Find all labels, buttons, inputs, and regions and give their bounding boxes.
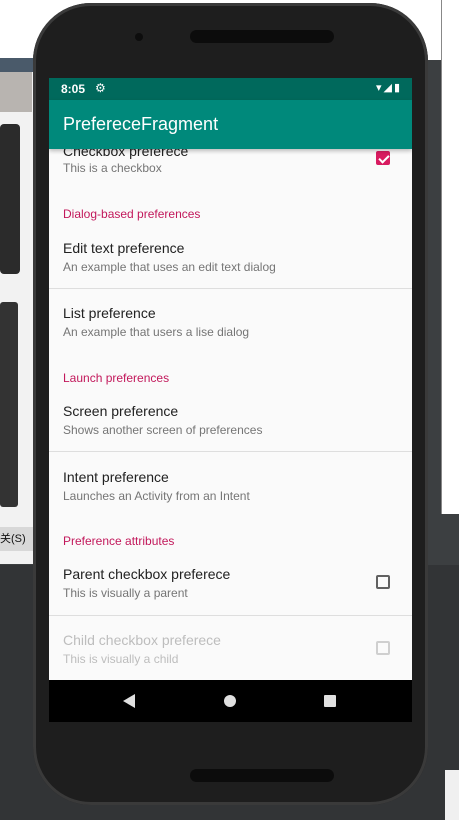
preference-title: Parent checkbox preferece [63, 566, 231, 582]
preference-summary: This is visually a parent [63, 586, 188, 600]
intent-preference[interactable]: Intent preference Launches an Activity f… [49, 460, 412, 516]
gear-icon: ⚙ [95, 81, 106, 95]
parent-checkbox-preference[interactable]: Parent checkbox preferece This is visual… [49, 557, 412, 613]
status-time: 8:05 [61, 82, 86, 96]
checkbox-unchecked-icon[interactable] [376, 575, 390, 589]
status-bar: 8:05 ⚙ ▾◢▮ [49, 78, 412, 100]
background-video-panel [0, 124, 20, 274]
checkbox-disabled-icon [376, 641, 390, 655]
phone-screen: 8:05 ⚙ ▾◢▮ PreferecеFragment Checkbox pr… [49, 78, 412, 722]
category-attributes: Preference attributes [63, 534, 175, 548]
edit-text-preference[interactable]: Edit text preference An example that use… [49, 231, 412, 287]
app-bar: PreferecеFragment [49, 100, 412, 149]
list-preference[interactable]: List preference An example that users a … [49, 296, 412, 352]
recents-icon[interactable] [324, 695, 336, 707]
background-window-right [441, 0, 459, 514]
background-window-corner [445, 770, 459, 820]
home-icon[interactable] [224, 695, 236, 707]
top-speaker [190, 30, 334, 43]
checkbox-checked-icon[interactable] [376, 151, 390, 165]
divider [49, 288, 412, 289]
preference-summary: Launches an Activity from an Intent [63, 489, 250, 503]
preference-summary: Shows another screen of preferences [63, 423, 263, 437]
child-checkbox-preference: Child checkbox preferece This is visuall… [49, 623, 412, 679]
category-dialog-based: Dialog-based preferences [63, 207, 201, 221]
navigation-bar [49, 680, 412, 722]
preference-summary: This is visually a child [63, 652, 179, 666]
checkbox-preference[interactable]: Checkbox preferece This is a checkbox [49, 149, 412, 185]
app-title: PreferecеFragment [63, 114, 219, 134]
preference-summary: An example that users a lise dialog [63, 325, 250, 339]
status-icons: ▾◢▮ [376, 81, 402, 94]
front-camera [135, 33, 143, 41]
bottom-speaker [190, 769, 334, 782]
preference-title: Checkbox preferece [63, 149, 189, 159]
background-thumbnail [0, 72, 32, 112]
signal-icon: ◢ [383, 82, 394, 94]
preference-title: Edit text preference [63, 240, 185, 256]
preference-summary: An example that uses an edit text dialog [63, 260, 276, 274]
back-icon[interactable] [123, 694, 135, 708]
divider [49, 615, 412, 616]
divider [49, 451, 412, 452]
preference-summary: This is a checkbox [63, 161, 162, 175]
preference-title: List preference [63, 305, 156, 321]
background-preview-panel [0, 302, 18, 507]
preference-title: Screen preference [63, 403, 179, 419]
screen-preference[interactable]: Screen preference Shows another screen o… [49, 394, 412, 450]
preference-title: Child checkbox preferece [63, 632, 221, 648]
category-launch: Launch preferences [63, 371, 170, 385]
battery-icon: ▮ [393, 82, 402, 94]
preference-list: Checkbox preferece This is a checkbox Di… [49, 149, 412, 680]
preference-title: Intent preference [63, 469, 169, 485]
